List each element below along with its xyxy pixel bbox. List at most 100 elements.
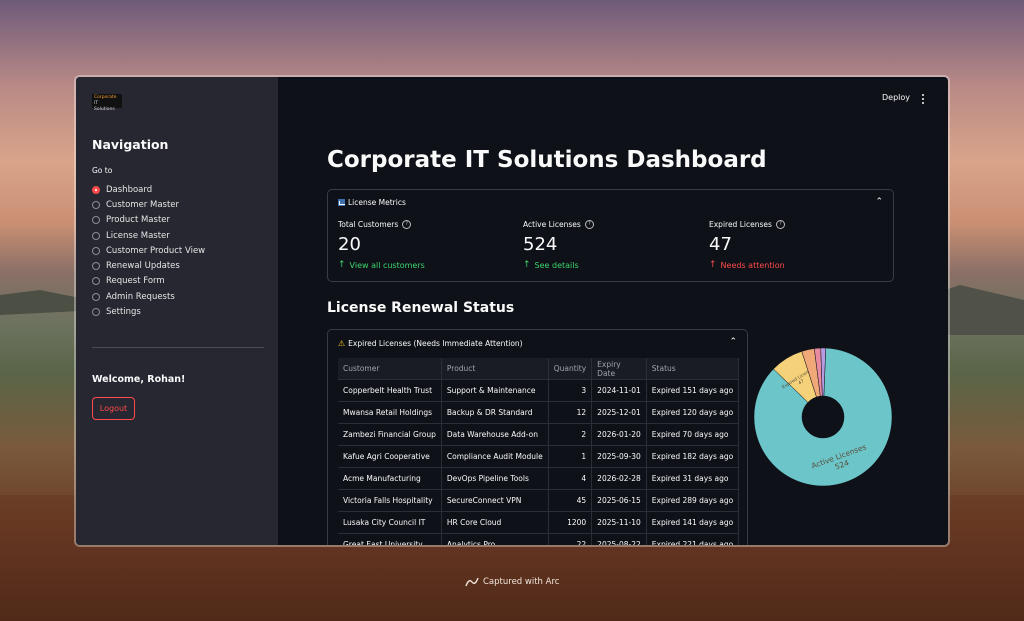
nav-item-renewal-updates[interactable]: Renewal Updates [92,258,205,273]
welcome-text: Welcome, Rohan! [92,374,186,385]
table-cell: 2 [548,423,593,446]
arc-logo-icon [465,577,479,587]
arrow-up-icon: ↑ [523,260,531,270]
nav-item-admin-requests[interactable]: Admin Requests [92,289,205,304]
table-cell: 2025-11-10 [591,511,647,534]
radio-icon [92,292,100,301]
table-cell: 2025-06-15 [591,489,647,512]
nav-item-license-master[interactable]: License Master [92,228,205,243]
column-header[interactable]: Product [441,358,549,380]
company-logo: Corporate IT Solutions [92,94,122,112]
metric-delta: ↑ See details [523,260,579,270]
table-cell: 3 [548,379,593,402]
table-row[interactable]: Copperbelt Health Trust Support & Mainten… [338,379,740,402]
table-row[interactable]: Zambezi Financial Group Data Warehouse Ad… [338,423,740,446]
nav-item-request-form[interactable]: Request Form [92,274,205,289]
table-row[interactable]: Lusaka City Council IT HR Core Cloud 1200 2… [338,511,740,534]
license-metrics-header[interactable]: License Metrics [338,198,406,207]
metric-value: 524 [523,234,558,255]
table-cell: 2025-08-22 [591,533,647,545]
deploy-button[interactable]: Deploy [882,93,910,102]
nav-radio-group: Dashboard Customer Master Product Master… [92,182,205,320]
metric-active-licenses: Active Licenses? 524 ↑ See details [523,220,594,270]
app-window: Corporate IT Solutions Navigation Go to … [76,77,948,545]
table-cell: Expired 182 days ago [646,445,740,468]
help-icon[interactable]: ? [402,220,412,229]
table-cell: 2026-02-28 [591,467,647,490]
table-cell: Compliance Audit Module [441,445,549,468]
page-title: Corporate IT Solutions Dashboard [327,147,767,173]
table-cell: Data Warehouse Add-on [441,423,549,446]
radio-icon [92,277,100,286]
table-cell: 12 [548,401,593,424]
table-cell: Expired 120 days ago [646,401,740,424]
nav-item-settings[interactable]: Settings [92,304,205,319]
radio-icon [92,200,100,209]
radio-icon [92,231,100,240]
table-cell: Zambezi Financial Group [338,423,442,446]
nav-item-customer-master[interactable]: Customer Master [92,197,205,212]
column-header[interactable]: Quantity [548,358,593,380]
column-header[interactable]: Customer [338,358,442,380]
radio-icon [92,308,100,317]
table-cell: Expired 151 days ago [646,379,740,402]
table-cell: Victoria Falls Hospitality [338,489,442,512]
help-icon[interactable]: ? [584,220,594,229]
expired-licenses-header[interactable]: ⚠ Expired Licenses (Needs Immediate Atte… [338,339,523,348]
table-cell: 22 [548,533,593,545]
column-header[interactable]: Status [646,358,740,380]
metric-value: 47 [709,234,732,255]
table-cell: 2026-01-20 [591,423,647,446]
table-cell: 2025-09-30 [591,445,647,468]
table-row[interactable]: Victoria Falls Hospitality SecureConnect … [338,489,740,512]
table-row[interactable]: Kafue Agri Cooperative Compliance Audit M… [338,445,740,468]
table-row[interactable]: Mwansa Retail Holdings Backup & DR Standa… [338,401,740,424]
table-cell: Lusaka City Council IT [338,511,442,534]
arrow-up-icon: ↑ [709,260,717,270]
table-row[interactable]: Acme Manufacturing DevOps Pipeline Tools 4… [338,467,740,490]
metric-delta: ↑ Needs attention [709,260,785,270]
radio-icon [92,216,100,225]
table-cell: 2024-11-01 [591,379,647,402]
license-donut-chart: Active Licenses524Expired Licenses47 [753,347,893,487]
nav-item-customer-product-view[interactable]: Customer Product View [92,243,205,258]
nav-item-product-master[interactable]: Product Master [92,213,205,228]
table-cell: Expired 141 days ago [646,511,740,534]
table-cell: 1200 [548,511,593,534]
table-cell: Support & Maintenance [441,379,549,402]
nav-item-dashboard[interactable]: Dashboard [92,182,205,197]
bar-chart-icon [338,199,345,206]
chevron-up-icon[interactable]: ⌃ [875,197,883,207]
navigation-title: Navigation [92,137,169,152]
table-cell: 2025-12-01 [591,401,647,424]
table-cell: 4 [548,467,593,490]
more-options-icon[interactable] [919,93,927,105]
chevron-up-icon[interactable]: ⌃ [729,337,737,347]
table-cell: Expired 70 days ago [646,423,740,446]
radio-selected-icon [92,185,100,194]
metric-value: 20 [338,234,361,255]
table-cell: Mwansa Retail Holdings [338,401,442,424]
table-cell: Backup & DR Standard [441,401,549,424]
metric-delta: ↑ View all customers [338,260,425,270]
goto-label: Go to [92,166,113,175]
table-cell: Great East University [338,533,442,545]
column-header[interactable]: Expiry Date [591,358,647,380]
logout-button[interactable]: Logout [92,397,135,420]
table-cell: HR Core Cloud [441,511,549,534]
table-cell: Expired 289 days ago [646,489,740,512]
expired-licenses-expander: ⚠ Expired Licenses (Needs Immediate Atte… [327,329,748,545]
table-row[interactable]: Great East University Analytics Pro 22 2025… [338,533,740,545]
table-cell: Analytics Pro [441,533,549,545]
license-metrics-expander: License Metrics ⌃ Total Customers? 20 ↑ V… [327,189,894,282]
radio-icon [92,262,100,271]
sidebar: Corporate IT Solutions Navigation Go to … [76,77,278,545]
warning-icon: ⚠ [338,339,346,348]
table-cell: Kafue Agri Cooperative [338,445,442,468]
radio-icon [92,246,100,255]
help-icon[interactable]: ? [775,220,785,229]
table-cell: Expired 221 days ago [646,533,740,545]
table-cell: 1 [548,445,593,468]
table-cell: SecureConnect VPN [441,489,549,512]
table-cell: DevOps Pipeline Tools [441,467,549,490]
